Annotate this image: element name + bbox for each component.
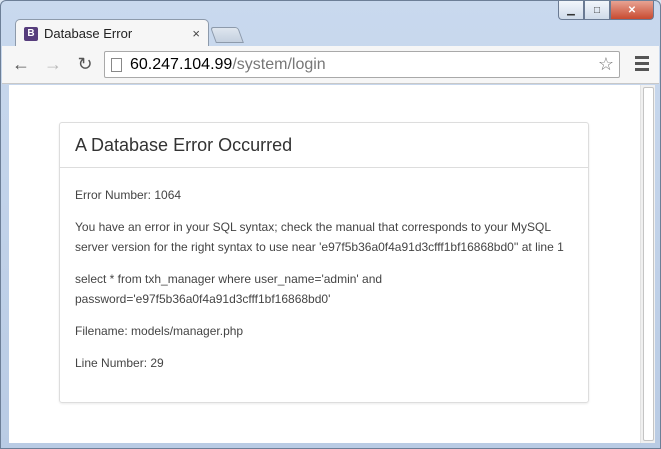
forward-arrow-icon[interactable]: → (42, 53, 64, 75)
new-tab-button[interactable] (210, 27, 244, 43)
error-line-number: Line Number: 29 (75, 356, 164, 370)
tab-title: Database Error (44, 26, 133, 41)
back-arrow-icon[interactable]: ← (10, 53, 32, 75)
panel-heading: A Database Error Occurred (60, 123, 588, 168)
close-window-button[interactable]: ✕ (610, 1, 654, 20)
vertical-scrollbar[interactable] (640, 85, 655, 443)
maximize-button[interactable]: □ (584, 1, 610, 20)
page-icon (111, 57, 122, 72)
browser-tab[interactable]: B Database Error × (15, 19, 209, 47)
reload-icon[interactable]: ↻ (74, 53, 96, 75)
error-number: Error Number: 1064 (75, 188, 182, 202)
error-query: select * from txh_manager where user_nam… (75, 272, 383, 306)
url-host: 60.247.104.99 (130, 55, 233, 73)
error-panel: A Database Error Occurred Error Number: … (59, 122, 589, 403)
panel-body: Error Number: 1064 You have an error in … (60, 168, 588, 373)
error-filename: Filename: models/manager.php (75, 324, 244, 338)
page-viewport: A Database Error Occurred Error Number: … (9, 85, 655, 443)
error-message: You have an error in your SQL syntax; ch… (75, 220, 564, 254)
url-path: /system/login (232, 55, 326, 73)
error-heading: A Database Error Occurred (75, 134, 293, 155)
address-bar[interactable]: 60.247.104.99/system/login ☆ (104, 51, 620, 78)
minimize-button[interactable]: ▁ (558, 1, 584, 20)
browser-window: ▁ □ ✕ B Database Error × ← → ↻ 60.247.10… (0, 0, 661, 449)
scrollbar-thumb[interactable] (643, 87, 654, 441)
tab-close-icon[interactable]: × (192, 26, 200, 41)
bookmark-star-icon[interactable]: ☆ (598, 54, 614, 75)
window-caption-buttons: ▁ □ ✕ (558, 1, 654, 21)
bootstrap-favicon-icon: B (24, 26, 38, 41)
hamburger-menu-icon[interactable] (635, 56, 649, 74)
browser-toolbar: ← → ↻ 60.247.104.99/system/login ☆ (2, 46, 659, 84)
